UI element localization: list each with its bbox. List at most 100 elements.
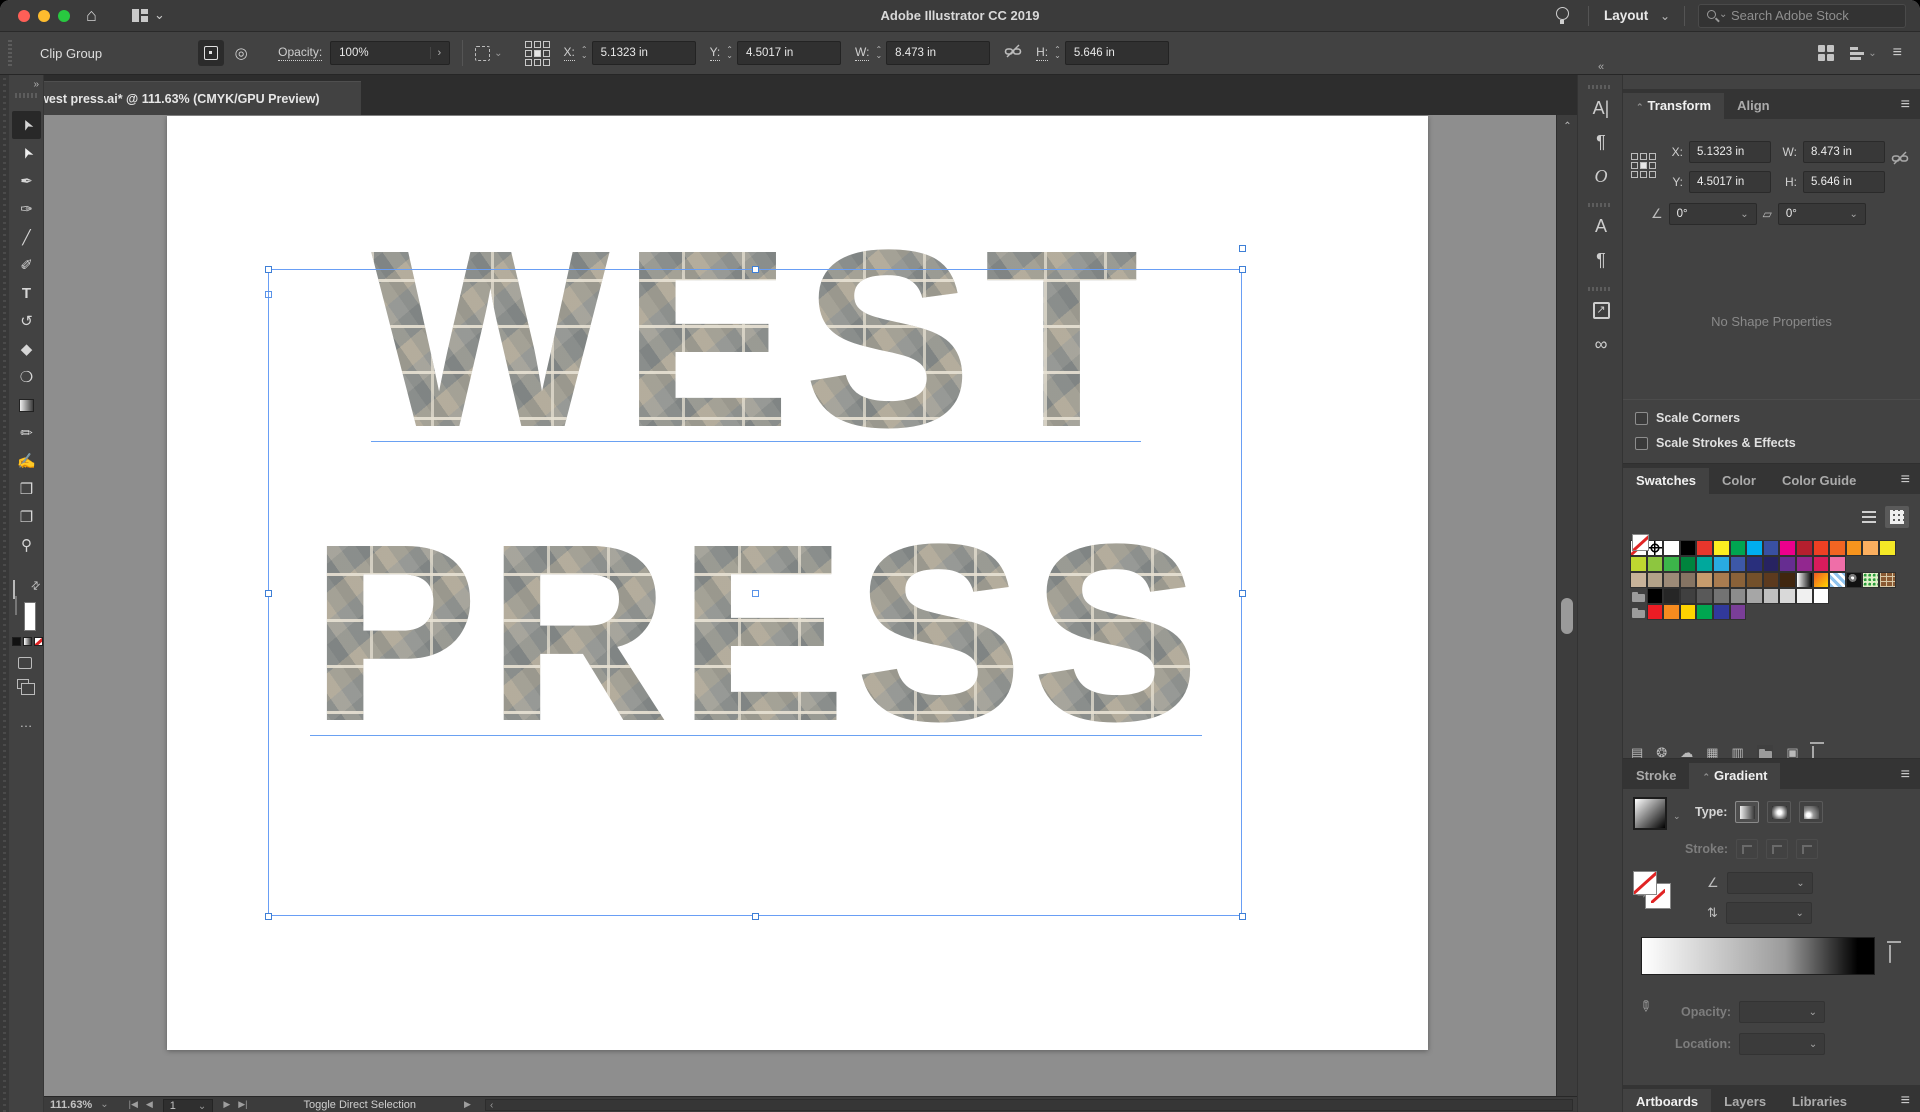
selection-handle[interactable] [752, 266, 759, 273]
swatch[interactable] [1730, 588, 1747, 604]
anchor-point[interactable] [752, 590, 759, 597]
none-button[interactable] [34, 637, 43, 646]
line-segment-tool[interactable]: ╱ [12, 223, 41, 251]
swatch[interactable] [1713, 556, 1730, 572]
swatch[interactable] [1796, 556, 1813, 572]
tab-transform[interactable]: ⌃Transform [1623, 93, 1724, 119]
links-panel-icon[interactable]: ∞ [1578, 327, 1624, 361]
selection-handle[interactable] [265, 266, 272, 273]
y-input[interactable]: 4.5017 in [737, 41, 841, 65]
selection-handle[interactable] [1239, 266, 1246, 273]
stroke-across-button[interactable] [1796, 839, 1818, 859]
scrollbar-thumb[interactable] [1561, 598, 1573, 634]
swatch[interactable] [1779, 572, 1796, 588]
rotate-tool[interactable]: ↺ [12, 307, 41, 335]
export-panel-icon[interactable]: ↗ [1578, 293, 1624, 327]
character-styles-panel-icon[interactable]: A [1578, 209, 1624, 243]
select-similar-options-icon[interactable] [475, 46, 490, 61]
zoom-level[interactable]: 111.63% [50, 1099, 92, 1111]
gradient-preview-chevron-icon[interactable]: ⌄ [1673, 811, 1681, 822]
fill-color-well[interactable] [15, 596, 17, 615]
swatch[interactable] [1713, 572, 1730, 588]
aspect-ratio-input[interactable]: ⌄ [1726, 902, 1812, 924]
document-tab[interactable]: × west press.ai* @ 111.63% (CMYK/GPU Pre… [9, 81, 361, 115]
next-artboard-icon[interactable]: ▶ [223, 1099, 230, 1110]
tab-color-guide[interactable]: Color Guide [1769, 468, 1869, 494]
radial-gradient-button[interactable] [1767, 801, 1791, 823]
linear-gradient-button[interactable] [1735, 801, 1759, 823]
workspace-switcher[interactable]: Layout [1604, 0, 1648, 32]
tab-swatches[interactable]: Swatches [1623, 468, 1709, 494]
swatch[interactable] [1829, 572, 1846, 588]
transform-h-input[interactable]: 5.646 in [1803, 171, 1885, 193]
swatch[interactable] [1730, 572, 1747, 588]
shaper-tool[interactable]: ❍ [12, 363, 41, 391]
lightbulb-icon[interactable] [1556, 7, 1569, 20]
paintbrush-tool[interactable]: ✐ [12, 251, 41, 279]
curvature-tool[interactable]: ✑ [12, 195, 41, 223]
swatch[interactable] [1862, 540, 1879, 556]
reference-point-locator[interactable] [1631, 153, 1656, 178]
scroll-left-icon[interactable]: ‹ [490, 1100, 493, 1111]
gradient-button[interactable] [23, 637, 32, 646]
swatch[interactable] [1713, 604, 1730, 620]
swatch[interactable] [1746, 588, 1763, 604]
swatch[interactable] [1663, 540, 1680, 556]
paragraph-panel-icon[interactable]: ¶ [1578, 125, 1624, 159]
type-tool[interactable]: T [12, 279, 41, 307]
swatch[interactable] [1746, 540, 1763, 556]
swatch[interactable] [1829, 556, 1846, 572]
canvas[interactable]: WEST PRESS ⌃ [44, 115, 1577, 1112]
swatch[interactable] [1779, 540, 1796, 556]
swatch[interactable] [1696, 604, 1713, 620]
selection-handle[interactable] [265, 913, 272, 920]
stroke-within-button[interactable] [1736, 839, 1758, 859]
w-label[interactable]: W: [855, 45, 869, 61]
swatch[interactable] [1730, 556, 1747, 572]
x-stepper[interactable]: ⌃⌄ [581, 47, 588, 59]
shape-tool[interactable]: ❒ [12, 475, 41, 503]
zoom-window-button[interactable] [58, 10, 70, 22]
tab-artboards[interactable]: Artboards [1623, 1089, 1711, 1112]
home-icon[interactable]: ⌂ [86, 5, 97, 26]
color-button[interactable] [12, 637, 21, 646]
swatch[interactable] [1779, 588, 1796, 604]
x-input[interactable]: 5.1323 in [592, 41, 696, 65]
hand-tool[interactable]: ✍ [12, 447, 41, 475]
swatch[interactable] [1763, 556, 1780, 572]
stop-location-input[interactable]: ⌄ [1739, 1033, 1825, 1055]
anchor-point[interactable] [265, 291, 272, 298]
screen-mode-icon[interactable] [17, 679, 29, 689]
tab-layers[interactable]: Layers [1711, 1089, 1779, 1112]
align-options[interactable]: ⌄ [1850, 47, 1876, 60]
swatch[interactable] [1713, 588, 1730, 604]
transform-w-input[interactable]: 8.473 in [1803, 141, 1885, 163]
panel-menu-icon[interactable]: ≡ [1901, 766, 1910, 784]
opacity-label[interactable]: Opacity: [278, 45, 322, 61]
scale-corners-option[interactable]: Scale Corners [1635, 411, 1740, 425]
last-artboard-icon[interactable]: ▶| [238, 1099, 247, 1110]
pen-tool[interactable]: ✒ [12, 167, 41, 195]
tab-color[interactable]: Color [1709, 468, 1769, 494]
eraser-tool[interactable]: ◆ [12, 335, 41, 363]
select-similar-button[interactable]: ◎ [228, 40, 254, 66]
swatch[interactable] [1746, 572, 1763, 588]
swatch[interactable] [1680, 572, 1697, 588]
swatch[interactable] [1647, 540, 1664, 556]
swatch[interactable] [1779, 556, 1796, 572]
close-window-button[interactable] [18, 10, 30, 22]
expand-tools-icon[interactable]: » [33, 79, 39, 90]
panel-menu-icon[interactable]: ≡ [1901, 471, 1910, 489]
horizontal-scrollbar[interactable]: ‹ [485, 1099, 1573, 1111]
selection-bounding-box[interactable] [268, 269, 1242, 916]
gradient-slider[interactable] [1641, 937, 1875, 975]
scale-strokes-option[interactable]: Scale Strokes & Effects [1635, 436, 1796, 450]
scale-strokes-checkbox[interactable] [1635, 437, 1648, 450]
panel-grip[interactable] [1588, 85, 1612, 89]
control-bar-menu-icon[interactable]: ≡ [1893, 44, 1902, 62]
collapse-panels-icon[interactable]: « [1578, 61, 1624, 73]
transform-x-input[interactable]: 5.1323 in [1689, 141, 1771, 163]
swatch[interactable] [1730, 540, 1747, 556]
swatch[interactable] [1813, 556, 1830, 572]
swatch[interactable] [1663, 604, 1680, 620]
